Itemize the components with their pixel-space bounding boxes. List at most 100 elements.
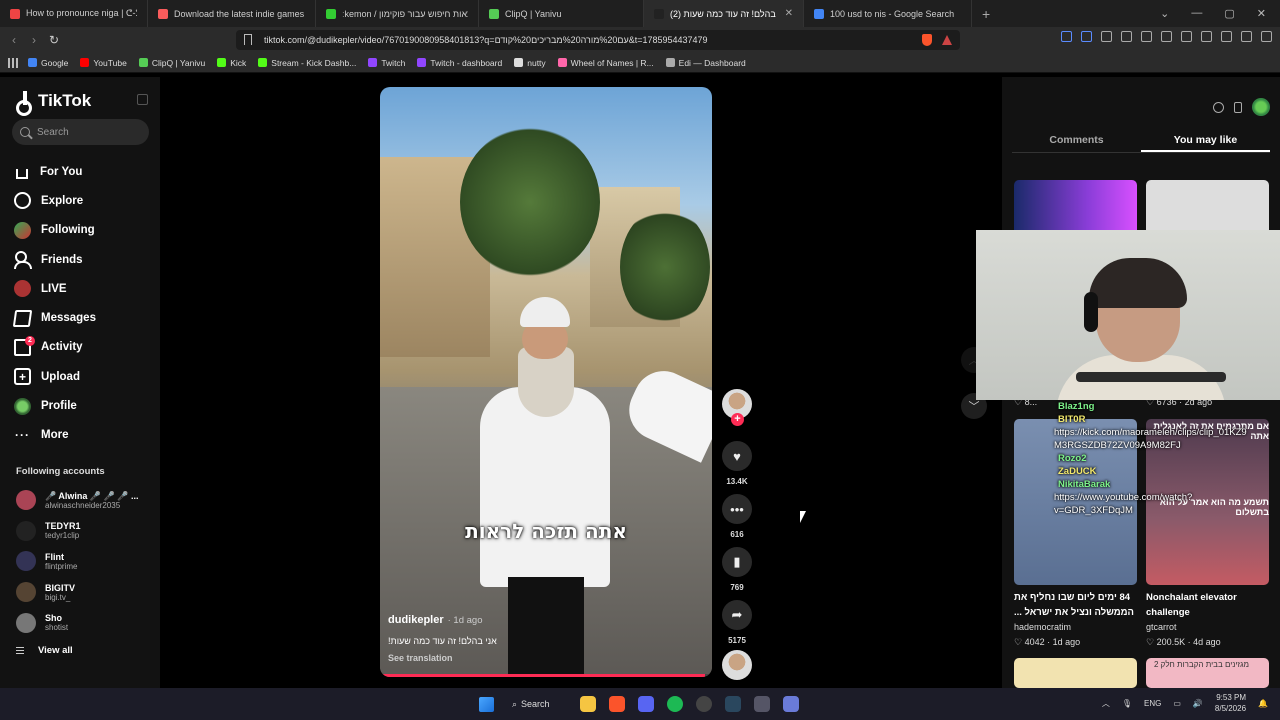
following-account[interactable]: 🎤 Alwina 🎤 🎤 🎤 ... alwinaschneider2035 — [16, 485, 139, 516]
vpn-icon[interactable] — [1241, 31, 1252, 42]
volume-icon[interactable]: 🔊 — [1193, 699, 1203, 708]
user-avatar[interactable] — [1252, 98, 1270, 116]
author-name[interactable]: dudikepler — [388, 614, 444, 626]
share-action[interactable]: ➦ 5175 — [722, 600, 752, 645]
brave-shield-icon[interactable] — [922, 34, 932, 46]
download-icon[interactable] — [1141, 31, 1152, 42]
search-input[interactable]: Search — [12, 119, 149, 145]
file-explorer-icon[interactable] — [580, 696, 596, 712]
card-title[interactable]: 84 ימים ליום שבו נחליף את הממשלה ונציל א… — [1014, 590, 1137, 620]
comment-icon[interactable]: ••• — [722, 494, 752, 524]
coins-icon[interactable] — [1213, 101, 1224, 113]
browser-tab[interactable]: ːkemon / תוצאות חיפוש עבור פוקימון — [316, 0, 479, 27]
ai-icon[interactable] — [1221, 31, 1232, 42]
see-translation-link[interactable]: See translation — [388, 653, 453, 663]
nav-item-profile[interactable]: Profile — [14, 391, 96, 420]
bookmark-item[interactable]: Edi — Dashboard — [665, 58, 746, 68]
video-author[interactable]: dudikepler · 1d ago — [388, 614, 483, 626]
back-button[interactable]: ‹ — [4, 33, 24, 47]
bookmark-icon[interactable] — [244, 34, 252, 45]
follow-plus-icon[interactable]: + — [731, 413, 744, 426]
nav-item-upload[interactable]: + Upload — [14, 362, 96, 391]
reload-button[interactable]: ↻ — [44, 33, 64, 47]
following-account[interactable]: TEDYR1 tedyr1clip — [16, 516, 139, 547]
heart-icon[interactable]: ♥ — [722, 441, 752, 471]
extension-icon[interactable] — [1081, 31, 1092, 42]
card-title[interactable]: Nonchalant elevator challenge — [1146, 590, 1269, 620]
share-icon[interactable]: ➦ — [722, 600, 752, 630]
bookmark-icon[interactable]: ▮ — [722, 547, 752, 577]
close-window-button[interactable]: ✕ — [1257, 7, 1266, 20]
maximize-button[interactable]: ▢ — [1224, 7, 1234, 20]
bookmark-item[interactable]: ClipQ | Yanivu — [138, 58, 205, 68]
notifications-icon[interactable]: 🔔 — [1258, 699, 1268, 708]
browser-tab[interactable]: (2) אני בהלם! זה עוד כמה שעות! | ✕ — [644, 0, 804, 27]
music-disc-avatar[interactable] — [722, 650, 752, 680]
browser-tab[interactable]: ClipQ | Yanivu — [479, 0, 644, 27]
following-account[interactable]: Flint flintprime — [16, 546, 139, 577]
tiktok-logo[interactable]: TikTok — [16, 91, 91, 116]
screenshot-icon[interactable] — [1101, 31, 1112, 42]
tab-you-may-like[interactable]: You may like — [1141, 129, 1270, 152]
browser-tab[interactable]: 100 usd to nis - Google Search — [804, 0, 972, 27]
bookmark-item[interactable]: Kick — [217, 58, 246, 68]
save-action[interactable]: ▮ 769 — [722, 547, 752, 592]
nav-item-for-you[interactable]: For You — [14, 157, 96, 186]
clock[interactable]: 9:53 PM 8/5/2026 — [1215, 692, 1246, 714]
nav-item-more[interactable]: ··· More — [14, 421, 96, 450]
browser-tab[interactable]: Download the latest indie games - it — [148, 0, 316, 27]
like-action[interactable]: ♥ 13.4K — [722, 441, 752, 486]
microphone-icon[interactable]: 🎙 — [1122, 699, 1132, 708]
brave-rewards-icon[interactable] — [942, 35, 952, 45]
video-player[interactable]: אתה תזכה לראות dudikepler · 1d ago אני בה… — [380, 87, 712, 677]
view-all-link[interactable]: View all — [16, 645, 73, 656]
bookmark-item[interactable]: Twitch — [368, 58, 405, 68]
sidebar-icon[interactable] — [1181, 31, 1192, 42]
bookmark-item[interactable]: Stream - Kick Dashb... — [258, 58, 356, 68]
creator-avatar[interactable]: + — [722, 389, 752, 426]
tab-comments[interactable]: Comments — [1012, 129, 1141, 152]
video-progress-bar[interactable] — [380, 674, 712, 677]
steam-icon[interactable] — [725, 696, 741, 712]
nav-item-explore[interactable]: Explore — [14, 186, 96, 215]
tab-search-icon[interactable]: ⌄ — [1160, 7, 1169, 20]
following-account[interactable]: BIGITV bigi.tv_ — [16, 577, 139, 608]
discord-icon[interactable] — [638, 696, 654, 712]
spotify-icon[interactable] — [667, 696, 683, 712]
minimize-button[interactable]: — — [1191, 7, 1202, 20]
extension-icon[interactable] — [1061, 31, 1072, 42]
collapse-sidebar-icon[interactable] — [137, 94, 148, 105]
nav-item-following[interactable]: Following — [14, 216, 96, 245]
nav-item-messages[interactable]: Messages — [12, 303, 96, 332]
recommended-thumbnail[interactable] — [1014, 658, 1137, 688]
tray-expand-icon[interactable]: ︿ — [1102, 698, 1110, 709]
language-indicator[interactable]: ENG — [1144, 699, 1161, 708]
close-tab-icon[interactable]: ✕ — [785, 8, 793, 19]
following-account[interactable]: Sho shotist — [16, 607, 139, 638]
address-bar[interactable]: tiktok.com/@dudikepler/video/76701900809… — [236, 30, 960, 50]
app-icon[interactable] — [783, 696, 799, 712]
card-author[interactable]: hademocratim — [1014, 622, 1071, 632]
new-tab-button[interactable]: + — [972, 6, 1000, 22]
bookmark-item[interactable]: nutty — [514, 58, 546, 68]
app-icon[interactable] — [754, 696, 770, 712]
wallet-icon[interactable] — [1201, 31, 1212, 42]
puzzle-icon[interactable] — [1121, 31, 1132, 42]
apps-icon[interactable] — [8, 57, 18, 68]
menu-icon[interactable] — [1261, 31, 1272, 42]
nav-item-activity[interactable]: 2 Activity — [14, 333, 96, 362]
comment-action[interactable]: ••• 616 — [722, 494, 752, 539]
media-icon[interactable] — [1161, 31, 1172, 42]
obs-icon[interactable] — [696, 696, 712, 712]
bookmark-item[interactable]: Twitch - dashboard — [417, 58, 502, 68]
network-icon[interactable]: ▭ — [1173, 699, 1181, 708]
bookmark-item[interactable]: Google — [28, 58, 68, 68]
taskbar-search[interactable]: ⌕ Search — [512, 695, 562, 713]
card-author[interactable]: gtcarrot — [1146, 622, 1177, 632]
phone-icon[interactable] — [1234, 101, 1242, 113]
nav-item-live[interactable]: LIVE — [14, 274, 96, 303]
forward-button[interactable]: › — [24, 33, 44, 47]
nav-item-friends[interactable]: Friends — [14, 245, 96, 274]
brave-icon[interactable] — [609, 696, 625, 712]
bookmark-item[interactable]: YouTube — [80, 58, 127, 68]
